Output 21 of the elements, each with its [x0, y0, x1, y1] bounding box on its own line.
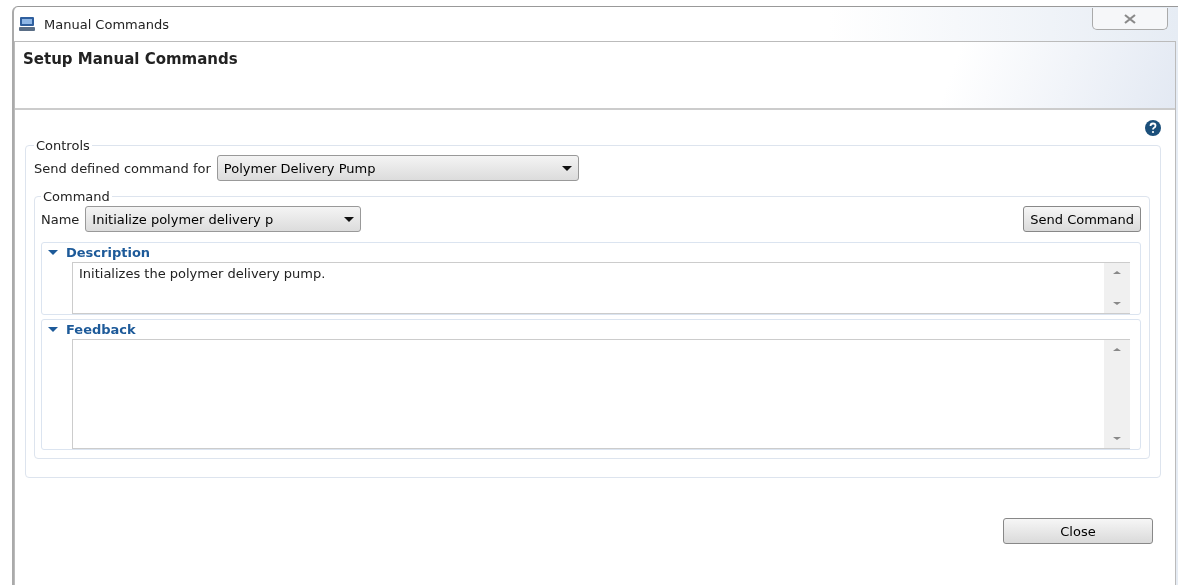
close-icon: [1124, 13, 1136, 24]
device-dropdown[interactable]: Polymer Delivery Pump: [216, 155, 579, 181]
window-title: Manual Commands: [44, 16, 169, 32]
help-icon[interactable]: [1145, 120, 1161, 136]
monitor-icon: [18, 16, 36, 32]
send-command-button[interactable]: Send Command: [1023, 206, 1141, 232]
triangle-icon: [48, 327, 58, 332]
caret-icon: [561, 165, 572, 171]
field-label: Send defined command for: [34, 160, 211, 176]
triangle-icon: [48, 250, 58, 255]
section-toggle[interactable]: Description: [48, 243, 151, 262]
section-toggle[interactable]: Feedback: [48, 320, 136, 339]
field-label: Name: [41, 211, 80, 227]
command-dropdown[interactable]: Initialize polymer delivery p: [85, 206, 362, 232]
group-legend: Controls: [34, 138, 92, 153]
description-text: Initializes the polymer delivery pump.: [79, 266, 326, 281]
close-dialog-button[interactable]: Close: [1003, 518, 1153, 544]
group-legend: Command: [41, 189, 112, 204]
header-title: Setup Manual Commands: [23, 50, 238, 68]
scrollbar: [1104, 263, 1130, 313]
caret-icon: [344, 216, 355, 222]
